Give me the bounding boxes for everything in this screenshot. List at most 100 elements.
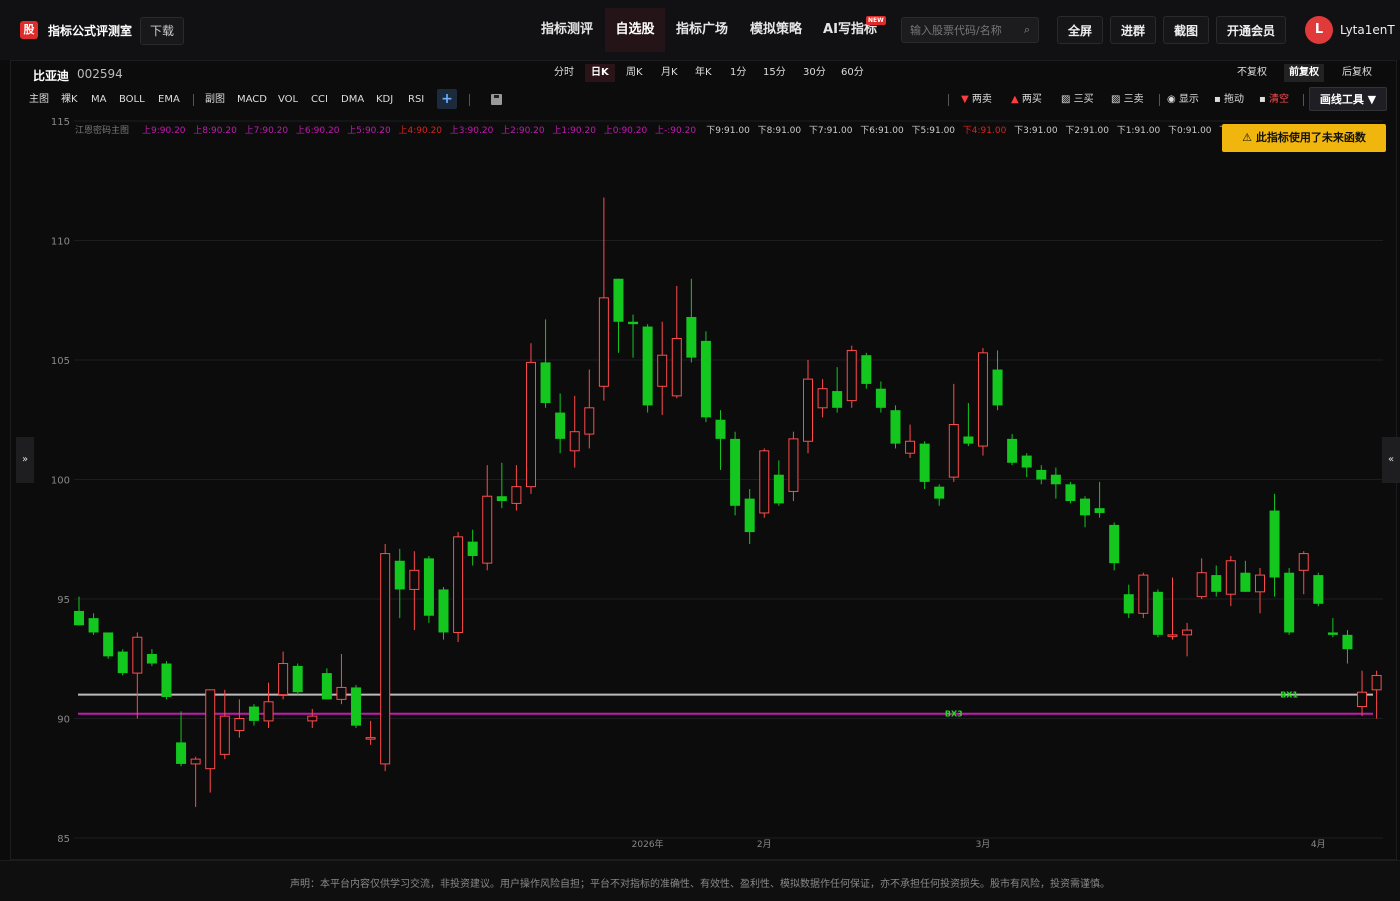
period-30min[interactable]: 30分 xyxy=(797,64,832,82)
divider xyxy=(1303,94,1304,106)
save-icon[interactable] xyxy=(491,94,502,105)
nav-indicator-plaza[interactable]: 指标广场 xyxy=(668,8,736,52)
search-icon[interactable]: ⌕ xyxy=(1024,23,1030,37)
indicator-ema[interactable]: EMA xyxy=(158,93,180,107)
nav-ai-indicator[interactable]: AI写指标 xyxy=(816,8,884,52)
candle-body-down xyxy=(351,687,362,726)
period-timeshare[interactable]: 分时 xyxy=(548,64,580,82)
stock-code: 002594 xyxy=(77,67,123,81)
candle-body-down xyxy=(700,340,711,418)
signal-marker: BX3 xyxy=(945,710,963,719)
draw-label: 拖动 xyxy=(1223,94,1244,105)
draw-two-sell[interactable]: ▼ 两卖 xyxy=(961,93,992,107)
adjust-forward[interactable]: 前复权 xyxy=(1284,64,1324,82)
join-group-button[interactable]: 进群 xyxy=(1110,16,1156,44)
search-box[interactable]: ⌕ xyxy=(901,17,1039,43)
add-indicator-button[interactable]: + xyxy=(437,89,457,109)
candle-body-down xyxy=(423,558,434,616)
candle-body-down xyxy=(1021,455,1032,468)
nav-sim-strategy[interactable]: 模拟策略 xyxy=(742,8,810,52)
candle-body-up xyxy=(1138,574,1149,614)
candle-body-up xyxy=(846,349,857,402)
candle-body-up xyxy=(1167,634,1178,637)
draw-three-sell[interactable]: ▨ 三卖 xyxy=(1111,93,1144,107)
legend-level: 下8:91.00 xyxy=(758,126,802,136)
period-15min[interactable]: 15分 xyxy=(757,64,792,82)
eye-icon: ◉ xyxy=(1167,94,1176,105)
expand-right-icon[interactable]: « xyxy=(1382,437,1400,483)
fullscreen-button[interactable]: 全屏 xyxy=(1057,16,1103,44)
nav-indicator-review[interactable]: 指标测评 xyxy=(531,8,603,52)
candle-body-down xyxy=(919,443,930,482)
legend-level: 上3:90.20 xyxy=(450,125,494,136)
candle-body-down xyxy=(103,632,114,657)
indicator-rsi[interactable]: RSI xyxy=(408,93,424,107)
candle-body-up xyxy=(817,388,828,409)
candle-body-up xyxy=(336,686,347,700)
candle-body-down xyxy=(1036,469,1047,480)
legend-level: 下4:91.00 xyxy=(963,126,1007,136)
candle-body-down xyxy=(1007,438,1018,463)
candle-body-down xyxy=(1152,591,1163,635)
draw-show[interactable]: ◉ 显示 xyxy=(1167,93,1199,107)
screenshot-button[interactable]: 截图 xyxy=(1163,16,1209,44)
candle-body-down xyxy=(74,610,84,626)
indicator-main[interactable]: 主图 xyxy=(29,93,49,107)
indicator-naked-k[interactable]: 裸K xyxy=(61,93,78,107)
expand-left-icon[interactable]: » xyxy=(16,437,34,483)
adjust-backward[interactable]: 后复权 xyxy=(1337,64,1377,82)
indicator-sub[interactable]: 副图 xyxy=(205,93,225,107)
indicator-ma[interactable]: MA xyxy=(91,93,106,107)
period-weekly[interactable]: 周K xyxy=(620,64,649,82)
future-function-warning[interactable]: ⚠ 此指标使用了未来函数 xyxy=(1222,124,1386,152)
indicator-cci[interactable]: CCI xyxy=(311,93,328,107)
candle-body-up xyxy=(948,424,959,478)
x-tick-label: 2026年 xyxy=(632,838,664,850)
period-yearly[interactable]: 年K xyxy=(689,64,718,82)
avatar[interactable]: L xyxy=(1305,16,1333,44)
candle-body-down xyxy=(248,706,259,721)
candle-body-down xyxy=(1050,474,1061,485)
candlestick-chart[interactable]: 85 90 95 100 105 110 115 2026年 2月 3月 4月 BX3 BX1 江恩密码主… xyxy=(20,113,1386,850)
period-60min[interactable]: 60分 xyxy=(835,64,870,82)
period-1min[interactable]: 1分 xyxy=(724,64,752,82)
indicator-vol[interactable]: VOL xyxy=(278,93,298,107)
adjust-none[interactable]: 不复权 xyxy=(1232,64,1272,82)
draw-label: 两卖 xyxy=(971,94,992,105)
period-daily[interactable]: 日K xyxy=(585,64,615,82)
username[interactable]: Lyta1enT xyxy=(1340,23,1395,37)
period-monthly[interactable]: 月K xyxy=(655,64,684,82)
candle-body-down xyxy=(715,419,726,439)
x-tick-label: 3月 xyxy=(976,839,991,850)
indicator-macd[interactable]: MACD xyxy=(237,93,267,107)
download-button[interactable]: 下载 xyxy=(140,17,184,45)
draw-two-buy[interactable]: ▲ 两买 xyxy=(1011,93,1042,107)
draw-drag[interactable]: ▪ 拖动 xyxy=(1214,93,1244,107)
candle-body-up xyxy=(1254,574,1265,593)
candle-body-down xyxy=(146,653,157,664)
candle-body-down xyxy=(540,362,551,404)
indicator-dma[interactable]: DMA xyxy=(341,93,364,107)
divider xyxy=(469,94,470,106)
candle-body-up xyxy=(365,737,376,740)
search-input[interactable] xyxy=(902,18,1028,42)
candle-body-up xyxy=(1298,553,1309,571)
candle-body-up xyxy=(1357,691,1368,708)
nav-watchlist[interactable]: 自选股 xyxy=(605,8,665,52)
legend-level: 上8:90.20 xyxy=(193,125,237,136)
indicator-boll[interactable]: BOLL xyxy=(119,93,145,107)
candle-body-up xyxy=(278,663,289,696)
x-tick-label: 2月 xyxy=(757,839,772,850)
draw-clear[interactable]: ▪ 清空 xyxy=(1259,93,1289,107)
indicator-kdj[interactable]: KDJ xyxy=(376,93,393,107)
candle-body-up xyxy=(977,352,988,447)
draw-three-buy[interactable]: ▨ 三买 xyxy=(1061,93,1094,107)
draw-tool-menu[interactable]: 画线工具 ▼ xyxy=(1309,87,1387,111)
legend-level: 上2:90.20 xyxy=(501,125,545,136)
candle-body-up xyxy=(598,297,609,387)
candle-body-down xyxy=(438,589,449,633)
membership-button[interactable]: 开通会员 xyxy=(1216,16,1286,44)
candle-body-down xyxy=(1240,572,1251,592)
divider xyxy=(1159,94,1160,106)
draw-label: 三买 xyxy=(1073,94,1094,105)
